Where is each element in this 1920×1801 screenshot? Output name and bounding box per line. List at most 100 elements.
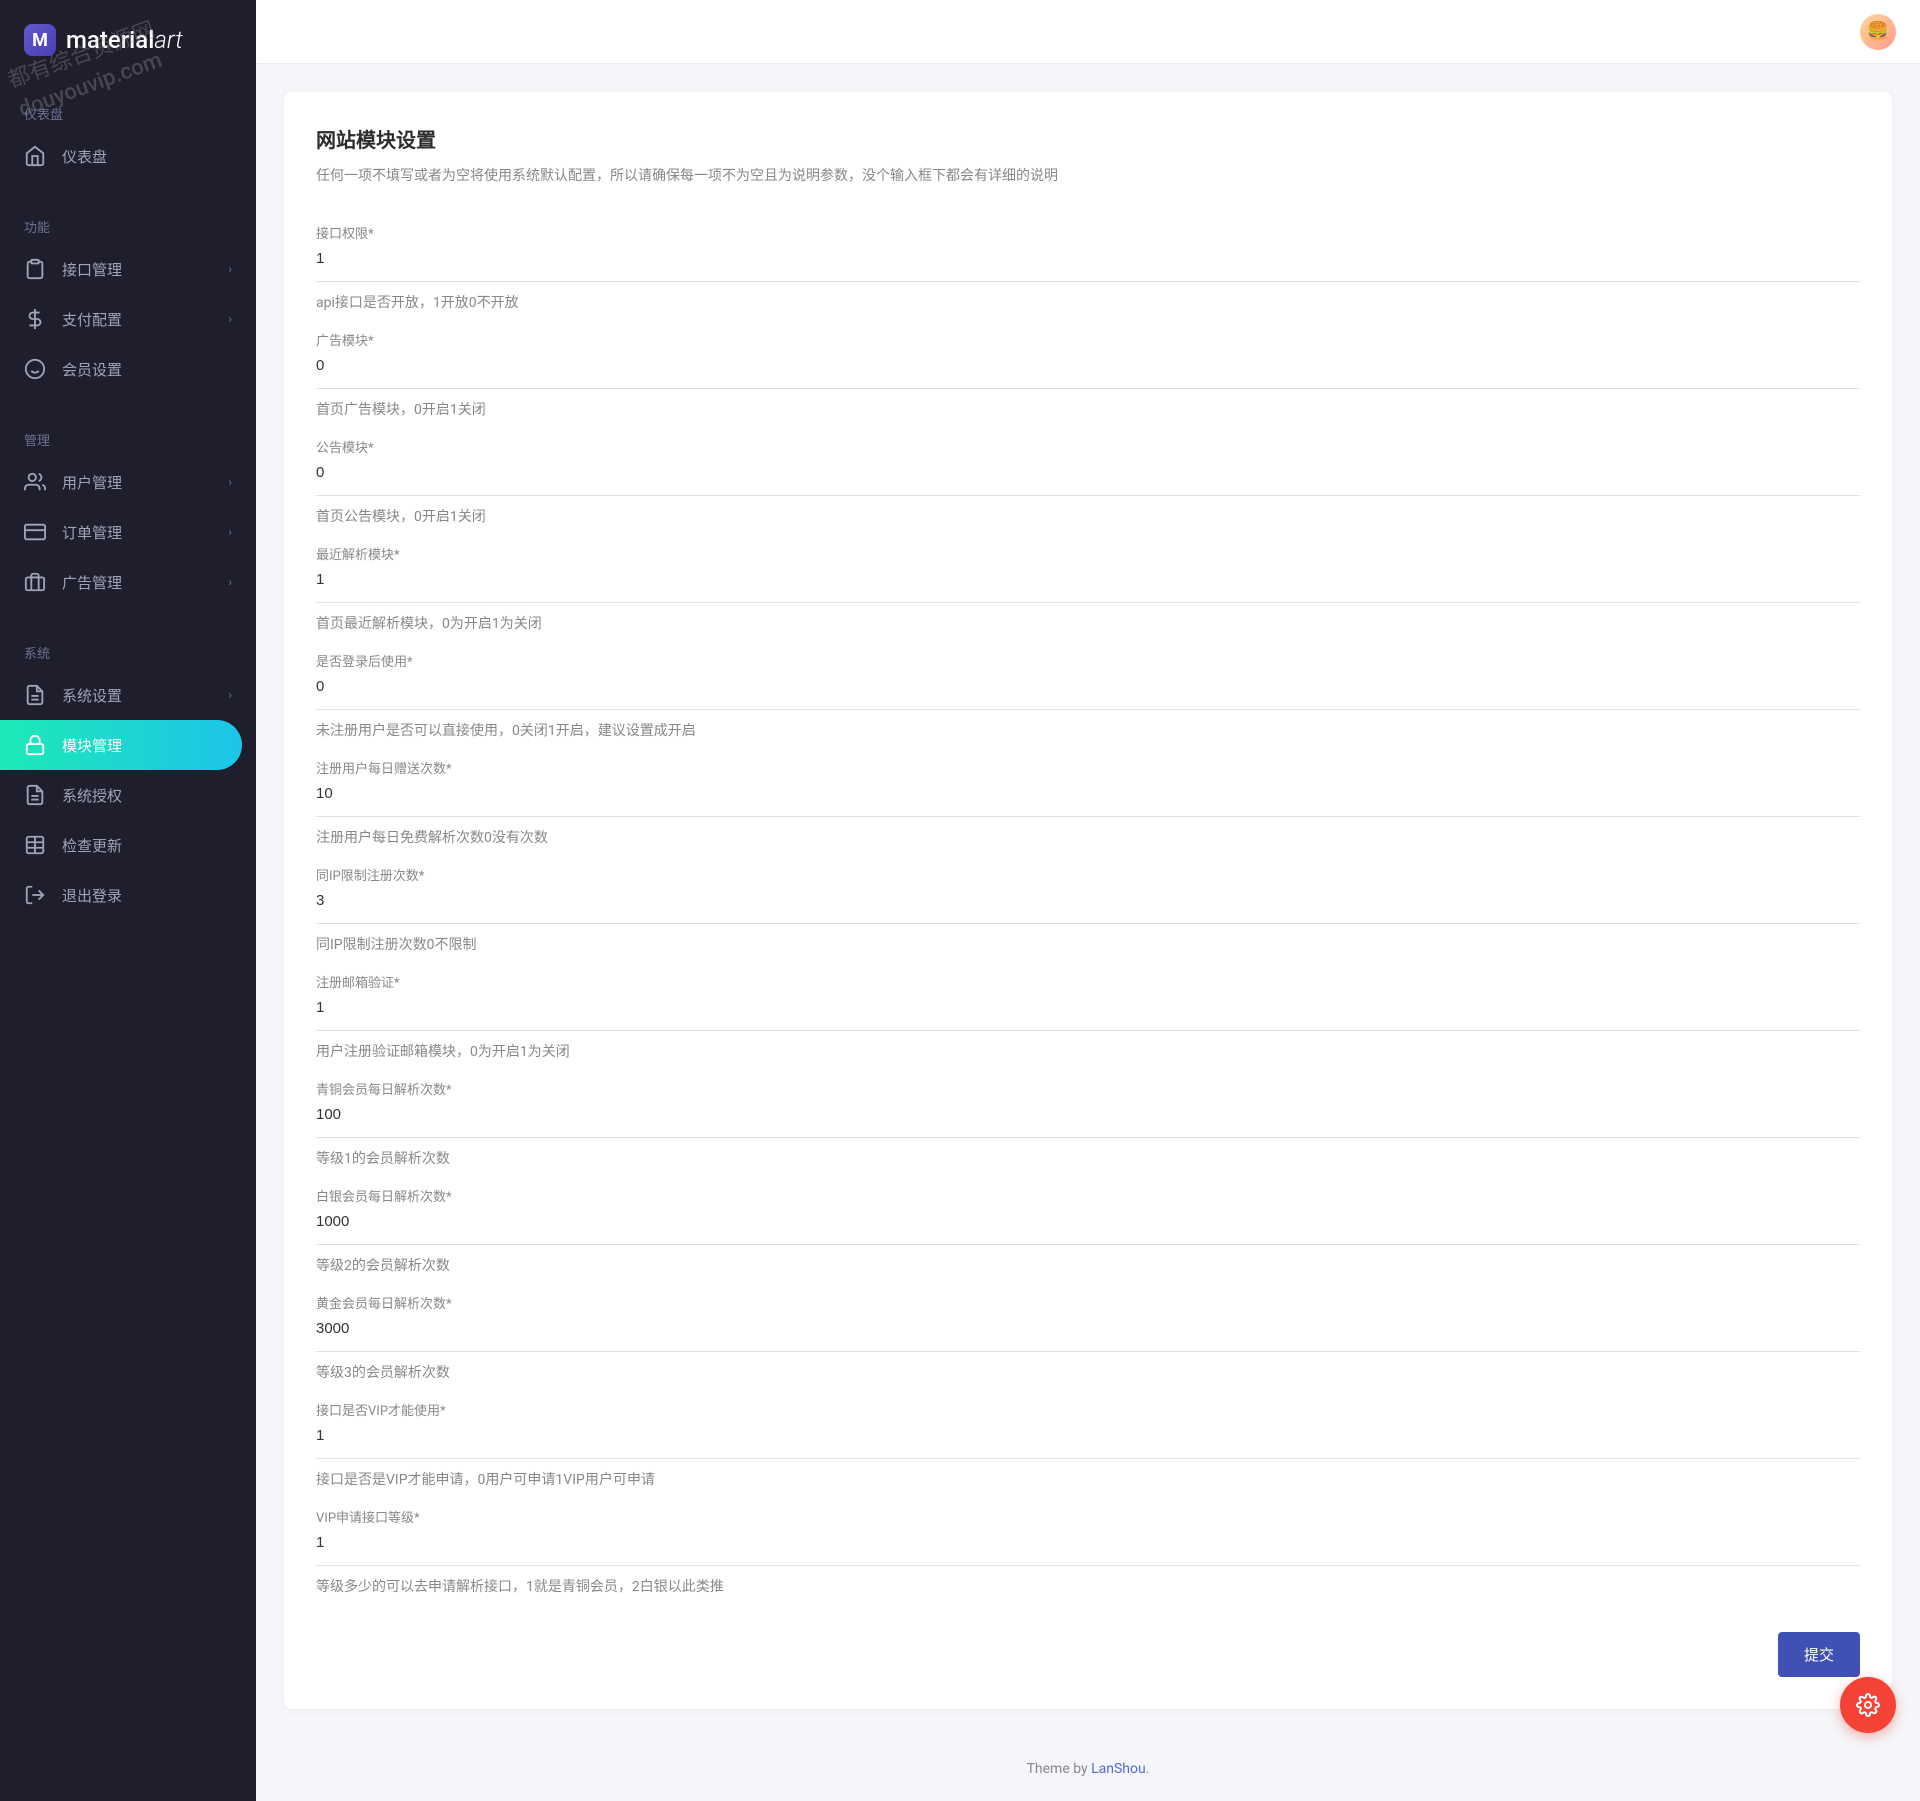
field-hint: 接口是否是VIP才能申请，0用户可申请1VIP用户可申请 bbox=[316, 1459, 1860, 1493]
sidebar-heading: 系统 bbox=[0, 631, 256, 670]
sidebar-nav: 仪表盘仪表盘功能接口管理›支付配置›会员设置管理用户管理›订单管理›广告管理›系… bbox=[0, 80, 256, 932]
field-input[interactable] bbox=[316, 1312, 1860, 1343]
field-label: 同IP限制注册次数* bbox=[316, 851, 1860, 884]
sidebar-item-label: 接口管理 bbox=[62, 259, 122, 280]
field-label: 接口是否VIP才能使用* bbox=[316, 1386, 1860, 1419]
field-input[interactable] bbox=[316, 242, 1860, 273]
footer-link[interactable]: LanShou bbox=[1091, 1761, 1146, 1777]
field-hint: 注册用户每日免费解析次数0没有次数 bbox=[316, 817, 1860, 851]
sidebar-item-label: 用户管理 bbox=[62, 472, 122, 493]
sidebar-item-system[interactable]: 系统设置 › bbox=[0, 670, 256, 720]
gear-icon bbox=[1856, 1693, 1880, 1717]
field-label: 注册邮箱验证* bbox=[316, 958, 1860, 991]
dollar-icon bbox=[24, 308, 46, 330]
sidebar-item-label: 模块管理 bbox=[62, 735, 122, 756]
submit-button[interactable]: 提交 bbox=[1778, 1632, 1860, 1677]
field-label: 黄金会员每日解析次数* bbox=[316, 1279, 1860, 1312]
field-input[interactable] bbox=[316, 1526, 1860, 1557]
form-group: 青铜会员每日解析次数* bbox=[316, 1065, 1860, 1138]
sidebar-item-api-mgmt[interactable]: 接口管理 › bbox=[0, 244, 256, 294]
field-input[interactable] bbox=[316, 563, 1860, 594]
sidebar-item-label: 系统授权 bbox=[62, 785, 122, 806]
sidebar: M materialart 仪表盘仪表盘功能接口管理›支付配置›会员设置管理用户… bbox=[0, 0, 256, 1801]
sidebar-item-modules[interactable]: 模块管理 bbox=[0, 720, 242, 770]
form-group: 最近解析模块* bbox=[316, 530, 1860, 603]
brand-text: materialart bbox=[66, 26, 183, 54]
sidebar-heading: 管理 bbox=[0, 418, 256, 457]
form-group: 接口权限* bbox=[316, 209, 1860, 282]
form-group: 注册用户每日赠送次数* bbox=[316, 744, 1860, 817]
sidebar-item-label: 退出登录 bbox=[62, 885, 122, 906]
chevron-right-icon: › bbox=[228, 312, 232, 326]
sidebar-item-orders[interactable]: 订单管理 › bbox=[0, 507, 256, 557]
sidebar-item-label: 系统设置 bbox=[62, 685, 122, 706]
field-label: 最近解析模块* bbox=[316, 530, 1860, 563]
chevron-right-icon: › bbox=[228, 525, 232, 539]
field-label: 注册用户每日赠送次数* bbox=[316, 744, 1860, 777]
brand-icon: M bbox=[24, 24, 56, 56]
sidebar-item-label: 支付配置 bbox=[62, 309, 122, 330]
footer: Theme by LanShou. bbox=[256, 1737, 1920, 1801]
field-hint: 首页广告模块，0开启1关闭 bbox=[316, 389, 1860, 423]
sidebar-item-payment[interactable]: 支付配置 › bbox=[0, 294, 256, 344]
clipboard-icon bbox=[24, 258, 46, 280]
brand[interactable]: M materialart bbox=[0, 0, 256, 80]
field-hint: 首页最近解析模块，0为开启1为关闭 bbox=[316, 603, 1860, 637]
lock-icon bbox=[24, 734, 46, 756]
chevron-right-icon: › bbox=[228, 262, 232, 276]
field-hint: 未注册用户是否可以直接使用，0关闭1开启，建议设置成开启 bbox=[316, 710, 1860, 744]
sidebar-item-member[interactable]: 会员设置 bbox=[0, 344, 256, 394]
table-icon bbox=[24, 834, 46, 856]
avatar[interactable]: 🍔 bbox=[1860, 14, 1896, 50]
field-label: 接口权限* bbox=[316, 209, 1860, 242]
form-group: 广告模块* bbox=[316, 316, 1860, 389]
form-group: 接口是否VIP才能使用* bbox=[316, 1386, 1860, 1459]
field-input[interactable] bbox=[316, 884, 1860, 915]
sidebar-item-label: 检查更新 bbox=[62, 835, 122, 856]
card-icon bbox=[24, 521, 46, 543]
sidebar-item-label: 仪表盘 bbox=[62, 146, 107, 167]
form-group: 同IP限制注册次数* bbox=[316, 851, 1860, 924]
field-label: 公告模块* bbox=[316, 423, 1860, 456]
field-label: VIP申请接口等级* bbox=[316, 1493, 1860, 1526]
field-input[interactable] bbox=[316, 456, 1860, 487]
field-input[interactable] bbox=[316, 777, 1860, 808]
field-input[interactable] bbox=[316, 1205, 1860, 1236]
users-icon bbox=[24, 471, 46, 493]
sidebar-item-license[interactable]: 系统授权 bbox=[0, 770, 256, 820]
form-group: 黄金会员每日解析次数* bbox=[316, 1279, 1860, 1352]
form-group: 是否登录后使用* bbox=[316, 637, 1860, 710]
form-group: VIP申请接口等级* bbox=[316, 1493, 1860, 1566]
chevron-right-icon: › bbox=[228, 475, 232, 489]
field-input[interactable] bbox=[316, 991, 1860, 1022]
form-group: 注册邮箱验证* bbox=[316, 958, 1860, 1031]
exit-icon bbox=[24, 884, 46, 906]
field-input[interactable] bbox=[316, 670, 1860, 701]
field-hint: 等级多少的可以去申请解析接口，1就是青铜会员，2白银以此类推 bbox=[316, 1566, 1860, 1600]
sidebar-item-label: 订单管理 bbox=[62, 522, 122, 543]
fab-settings[interactable] bbox=[1840, 1677, 1896, 1733]
sidebar-item-update[interactable]: 检查更新 bbox=[0, 820, 256, 870]
badge-icon bbox=[24, 571, 46, 593]
field-input[interactable] bbox=[316, 349, 1860, 380]
field-hint: 等级2的会员解析次数 bbox=[316, 1245, 1860, 1279]
sidebar-item-users[interactable]: 用户管理 › bbox=[0, 457, 256, 507]
page-subtitle: 任何一项不填写或者为空将使用系统默认配置，所以请确保每一项不为空且为说明参数，没… bbox=[316, 165, 1860, 185]
page-title: 网站模块设置 bbox=[316, 124, 1860, 153]
chevron-right-icon: › bbox=[228, 575, 232, 589]
sidebar-item-dashboard[interactable]: 仪表盘 bbox=[0, 131, 256, 181]
sidebar-item-ads[interactable]: 广告管理› bbox=[0, 557, 256, 607]
field-input[interactable] bbox=[316, 1098, 1860, 1129]
field-hint: 等级1的会员解析次数 bbox=[316, 1138, 1860, 1172]
field-input[interactable] bbox=[316, 1419, 1860, 1450]
smile-icon bbox=[24, 358, 46, 380]
sidebar-item-label: 会员设置 bbox=[62, 359, 122, 380]
field-hint: 同IP限制注册次数0不限制 bbox=[316, 924, 1860, 958]
chevron-right-icon: › bbox=[228, 688, 232, 702]
form-group: 白银会员每日解析次数* bbox=[316, 1172, 1860, 1245]
field-hint: 首页公告模块，0开启1关闭 bbox=[316, 496, 1860, 530]
sidebar-item-logout[interactable]: 退出登录 bbox=[0, 870, 256, 920]
topbar: 🍔 bbox=[256, 0, 1920, 64]
field-label: 青铜会员每日解析次数* bbox=[316, 1065, 1860, 1098]
settings-card: 网站模块设置 任何一项不填写或者为空将使用系统默认配置，所以请确保每一项不为空且… bbox=[284, 92, 1892, 1709]
